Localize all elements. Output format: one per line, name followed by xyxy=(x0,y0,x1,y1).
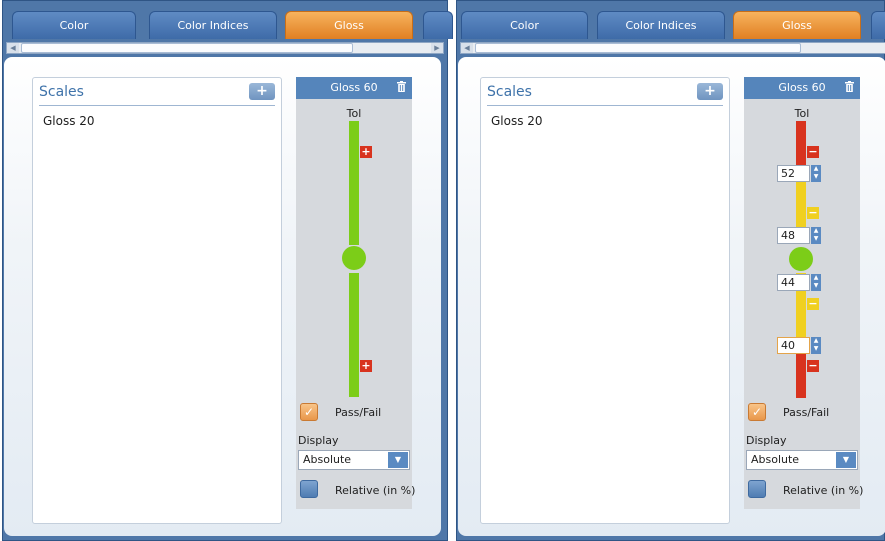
tolerance-spinner-48[interactable]: 48 ▲ ▼ xyxy=(777,227,821,244)
tab-overflow[interactable] xyxy=(871,11,885,39)
tolerance-bar-upper xyxy=(349,121,359,245)
display-select[interactable]: Absolute ▼ xyxy=(746,450,858,470)
tab-color-indices[interactable]: Color Indices xyxy=(149,11,277,39)
gloss-header: Gloss 60 xyxy=(296,77,412,99)
display-value: Absolute xyxy=(303,453,352,466)
tab-color[interactable]: Color xyxy=(461,11,588,39)
tab-color-indices[interactable]: Color Indices xyxy=(597,11,725,39)
spinner-arrows-icon[interactable]: ▲ ▼ xyxy=(811,337,821,354)
tab-gloss[interactable]: Gloss xyxy=(285,11,413,39)
relative-checkbox[interactable] xyxy=(748,480,766,498)
trash-icon[interactable] xyxy=(397,81,406,92)
tab-overflow[interactable] xyxy=(423,11,453,39)
tab-color[interactable]: Color xyxy=(12,11,136,39)
spinner-arrows-icon[interactable]: ▲ ▼ xyxy=(811,165,821,182)
list-item[interactable]: Gloss 20 xyxy=(43,114,95,128)
display-label: Display xyxy=(298,434,339,447)
spinner-field[interactable]: 52 xyxy=(777,165,810,182)
scales-title: Scales xyxy=(487,84,532,100)
pass-fail-checkbox[interactable]: ✓ xyxy=(748,403,766,421)
remove-lower-warn-icon[interactable]: − xyxy=(807,298,819,310)
display-label: Display xyxy=(746,434,787,447)
content-area: Scales + Gloss 20 Gloss 60 Tol + + ✓ Pas… xyxy=(4,57,441,536)
nominal-handle[interactable] xyxy=(789,247,813,271)
add-lower-tolerance-icon[interactable]: + xyxy=(360,360,372,372)
horizontal-scrollbar[interactable]: ◀ ▶ xyxy=(6,42,444,54)
tolerance-spinner-40[interactable]: 40 ▲ ▼ xyxy=(777,337,821,354)
relative-label: Relative (in %) xyxy=(783,484,864,497)
gloss-title: Gloss 60 xyxy=(778,81,826,94)
scroll-left-icon[interactable]: ◀ xyxy=(461,43,473,53)
gloss-60-panel: Gloss 60 Tol − − − − 52 ▲ ▼ 48 ▲ ▼ 44 ▲ … xyxy=(744,77,864,509)
add-upper-tolerance-icon[interactable]: + xyxy=(360,146,372,158)
left-panel: Color Color Indices Gloss ◀ ▶ Scales + G… xyxy=(2,0,453,541)
trash-icon[interactable] xyxy=(845,81,854,92)
add-scale-button[interactable]: + xyxy=(697,83,723,100)
nominal-handle[interactable] xyxy=(342,246,366,270)
scales-list: Scales + Gloss 20 xyxy=(32,77,282,524)
pass-fail-label: Pass/Fail xyxy=(335,406,382,419)
chevron-down-icon[interactable]: ▼ xyxy=(836,452,856,468)
remove-upper-warn-icon[interactable]: − xyxy=(807,207,819,219)
remove-upper-fail-icon[interactable]: − xyxy=(807,146,819,158)
spinner-field[interactable]: 48 xyxy=(777,227,810,244)
gloss-60-panel: Gloss 60 Tol + + ✓ Pass/Fail Display Abs… xyxy=(296,77,416,509)
list-item[interactable]: Gloss 20 xyxy=(491,114,543,128)
relative-checkbox[interactable] xyxy=(300,480,318,498)
content-area: Scales + Gloss 20 Gloss 60 Tol − − − − 5… xyxy=(458,57,885,536)
tolerance-bar-lower xyxy=(349,273,359,397)
spinner-field[interactable]: 40 xyxy=(777,337,810,354)
pass-fail-checkbox[interactable]: ✓ xyxy=(300,403,318,421)
scroll-thumb[interactable] xyxy=(21,43,353,53)
relative-label: Relative (in %) xyxy=(335,484,416,497)
display-value: Absolute xyxy=(751,453,800,466)
spinner-arrows-icon[interactable]: ▲ ▼ xyxy=(811,274,821,291)
scales-divider xyxy=(39,105,275,106)
tol-label: Tol xyxy=(794,107,810,120)
tolerance-spinner-44[interactable]: 44 ▲ ▼ xyxy=(777,274,821,291)
tol-label: Tol xyxy=(346,107,362,120)
add-scale-button[interactable]: + xyxy=(249,83,275,100)
tab-gloss[interactable]: Gloss xyxy=(733,11,861,39)
scroll-right-icon[interactable]: ▶ xyxy=(431,43,443,53)
chevron-down-icon[interactable]: ▼ xyxy=(388,452,408,468)
spinner-field[interactable]: 44 xyxy=(777,274,810,291)
display-select[interactable]: Absolute ▼ xyxy=(298,450,410,470)
remove-lower-fail-icon[interactable]: − xyxy=(807,360,819,372)
horizontal-scrollbar[interactable]: ◀ xyxy=(460,42,885,54)
pass-fail-label: Pass/Fail xyxy=(783,406,830,419)
gloss-title: Gloss 60 xyxy=(330,81,378,94)
right-panel: Color Color Indices Gloss ◀ Scales + Glo… xyxy=(456,0,885,541)
scales-title: Scales xyxy=(39,84,84,100)
tolerance-spinner-52[interactable]: 52 ▲ ▼ xyxy=(777,165,821,182)
scales-list: Scales + Gloss 20 xyxy=(480,77,730,524)
scroll-left-icon[interactable]: ◀ xyxy=(7,43,19,53)
scales-divider xyxy=(487,105,723,106)
gloss-header: Gloss 60 xyxy=(744,77,860,99)
scroll-thumb[interactable] xyxy=(475,43,801,53)
spinner-arrows-icon[interactable]: ▲ ▼ xyxy=(811,227,821,244)
